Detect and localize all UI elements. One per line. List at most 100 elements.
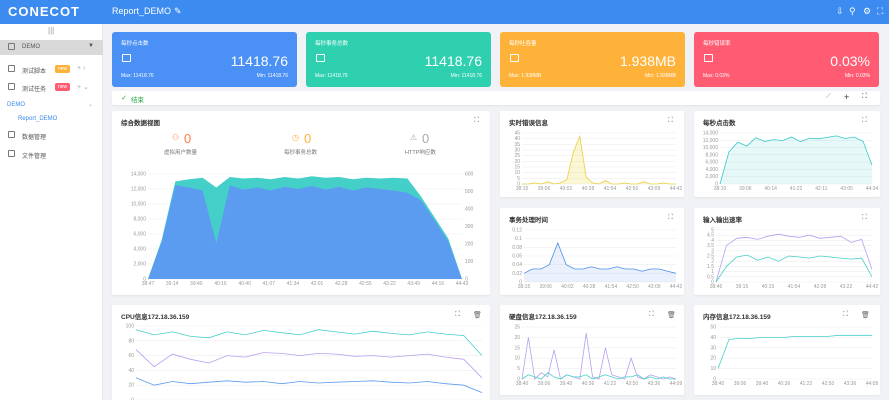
sidebar-item-demo[interactable]: DEMO ⌄ xyxy=(0,98,103,113)
y-tick-label: 5 xyxy=(711,228,714,234)
new-badge: new xyxy=(55,65,71,73)
disk-chart: 051015202538:40 39:06 39:40 40:36 41:22 42:50… xyxy=(514,325,683,388)
x-tick-label: 39:14 xyxy=(166,281,179,287)
download-icon[interactable]: ⇩ xyxy=(836,6,844,17)
y-tick-label: 12,000 xyxy=(131,187,147,193)
add-icon[interactable]: + xyxy=(844,92,849,102)
y-tick-label: 1.5 xyxy=(707,264,714,270)
series-line xyxy=(521,333,677,380)
y-tick-label: 10 xyxy=(710,366,716,372)
delete-icon[interactable]: 🗑 xyxy=(473,311,482,319)
x-tick-label: 44:43 xyxy=(456,281,469,287)
sidebar-item-test-scripts[interactable]: 测试脚本 new + › xyxy=(0,62,103,77)
fullscreen-icon[interactable]: ⛶ xyxy=(877,6,883,17)
series-area xyxy=(522,136,676,184)
y-tick-label: 80 xyxy=(128,338,134,344)
menu-toggle-icon[interactable]: ||| xyxy=(48,26,54,35)
y-tick-label: 0.08 xyxy=(512,245,522,251)
x-tick-label: 44:09 xyxy=(866,381,879,387)
y-tick-label: 14,000 xyxy=(703,131,719,137)
y-tick-label: 20 xyxy=(710,356,716,362)
y-tick-label: 100 xyxy=(126,324,135,330)
x-tick-label: 39:06 xyxy=(539,284,552,290)
y-tick-label: 4,000 xyxy=(133,247,146,253)
fullscreen-icon[interactable]: ⛶ xyxy=(668,214,673,222)
fullscreen-icon[interactable]: ⛶ xyxy=(649,311,654,319)
tx-time-panel: 事务处理时间 ⛶ 0 0.02 0.04 0.06 0.08 0.1 0.12 38:15 39… xyxy=(500,208,684,295)
y2-tick-label: 600 xyxy=(465,172,474,178)
delete-icon[interactable]: 🗑 xyxy=(861,311,870,319)
y-tick-label: 40 xyxy=(710,335,716,341)
y-tick-label: 3 xyxy=(711,248,714,254)
y-tick-label: 40 xyxy=(514,136,520,142)
clicks-chart: 02,0004,0006,0008,00010,00012,00014,0003… xyxy=(703,131,879,193)
x-tick-label: 40:36 xyxy=(582,381,595,387)
x-tick-label: 41:54 xyxy=(605,284,618,290)
fullscreen-icon[interactable]: ⛶ xyxy=(862,214,867,222)
x-tick-label: 38:47 xyxy=(142,281,155,287)
fullscreen-icon[interactable]: ⛶ xyxy=(474,117,479,125)
script-icon xyxy=(8,65,15,72)
edit-icon[interactable]: ✎ xyxy=(174,6,182,17)
y-tick-label: 40 xyxy=(128,368,134,374)
x-tick-label: 38:10 xyxy=(714,186,727,192)
disk-panel: 硬盘信息172.18.36.159 ⛶ 🗑 0 5 10 15 20 25 38:40 39:… xyxy=(500,305,684,395)
x-tick-label: 41:07 xyxy=(263,281,276,287)
fullscreen-icon[interactable]: ⛶ xyxy=(455,311,460,319)
sidebar-item-data-management[interactable]: 数据管理 xyxy=(0,128,103,143)
x-tick-label: 42:55 xyxy=(359,281,372,287)
y-tick-label: 5 xyxy=(517,176,520,182)
sidebar-item-report-demo[interactable]: Report_DEMO xyxy=(0,112,103,127)
sidebar-item-demo-group[interactable]: DEMO ▼ xyxy=(0,40,103,55)
search-icon[interactable]: ⚲ xyxy=(849,6,856,17)
series-area xyxy=(524,243,676,282)
clock-icon: ◷ xyxy=(292,133,299,142)
sidebar-item-test-tasks[interactable]: 测试任务 new + ⌄ xyxy=(0,80,103,95)
y-tick-label: 0.12 xyxy=(512,228,522,234)
series-line xyxy=(135,349,483,379)
kpi-throughput: 每秒吐吞量 1.938MB Max: 1.938MB Min: 1.938MB xyxy=(500,32,685,87)
x-tick-label: 41:34 xyxy=(287,281,300,287)
app-logo: CONECOT xyxy=(8,4,80,19)
y-tick-label: 0.1 xyxy=(515,236,522,242)
delete-icon[interactable]: 🗑 xyxy=(667,311,676,319)
io-chart: 00.511.522.533.544.5538:46 39:15 40:15 41:5… xyxy=(707,228,878,291)
sidebar-item-file-management[interactable]: 文件管理 xyxy=(0,147,103,162)
y-tick-label: 0.02 xyxy=(512,271,522,277)
io-panel: 输入输出速率 ⛶ 0 0.5 1 1.5 2 2.5 3 3.5 4 4.5 5 38:46 39:15… xyxy=(694,208,880,295)
x-tick-label: 43:36 xyxy=(844,381,857,387)
link-icon[interactable]: ⟋ xyxy=(826,93,831,101)
add-icon[interactable]: + › xyxy=(77,65,85,72)
mouse-icon xyxy=(122,54,131,62)
y-tick-label: 20 xyxy=(514,335,520,341)
y-tick-label: 45 xyxy=(514,131,520,137)
y-tick-label: 2,000 xyxy=(705,174,718,180)
x-tick-label: 42:11 xyxy=(815,186,827,192)
x-tick-label: 44:09 xyxy=(670,381,683,387)
fullscreen-icon[interactable]: ⛶ xyxy=(843,311,848,319)
y-tick-label: 6,000 xyxy=(133,232,146,238)
x-tick-label: 44:42 xyxy=(670,186,683,192)
memory-panel: 内存信息172.18.36.159 ⛶ 🗑 0 10 20 30 40 50 38:40 39… xyxy=(694,305,880,395)
tx-time-chart: 00.020.040.060.080.10.1238:15 39:06 40:02 4… xyxy=(512,228,682,291)
overview-panel: 综合数据视图 ⛶ ⚇ 0 虚拟用户数量 ◷ 0 每秒事务总数 ⚠ 0 HTTP响… xyxy=(112,111,490,295)
x-tick-label: 42:28 xyxy=(335,281,348,287)
kpi-clicks: 每秒点击数 11418.76 Max: 11418.76 Min: 11418.7… xyxy=(112,32,297,87)
x-tick-label: 43:09 xyxy=(648,284,661,290)
fullscreen-icon[interactable]: ⛶ xyxy=(862,117,867,125)
x-tick-label: 39:40 xyxy=(560,381,573,387)
x-tick-label: 40:14 xyxy=(764,186,777,192)
panel-title: 综合数据视图 xyxy=(121,120,160,127)
add-icon[interactable]: + ⌄ xyxy=(77,83,89,91)
x-tick-label: 38:40 xyxy=(712,381,725,387)
y-tick-label: 20 xyxy=(514,159,520,165)
y-tick-label: 2 xyxy=(711,259,714,265)
y-tick-label: 10,000 xyxy=(703,145,719,151)
fullscreen-icon[interactable]: ⛶ xyxy=(862,93,867,101)
x-tick-label: 40:36 xyxy=(778,381,791,387)
x-tick-label: 41:22 xyxy=(604,381,617,387)
y-tick-label: 8,000 xyxy=(133,217,146,223)
status-text: 结束 xyxy=(131,97,144,104)
settings-icon[interactable]: ⚙ xyxy=(863,6,871,17)
fullscreen-icon[interactable]: ⛶ xyxy=(668,117,673,125)
